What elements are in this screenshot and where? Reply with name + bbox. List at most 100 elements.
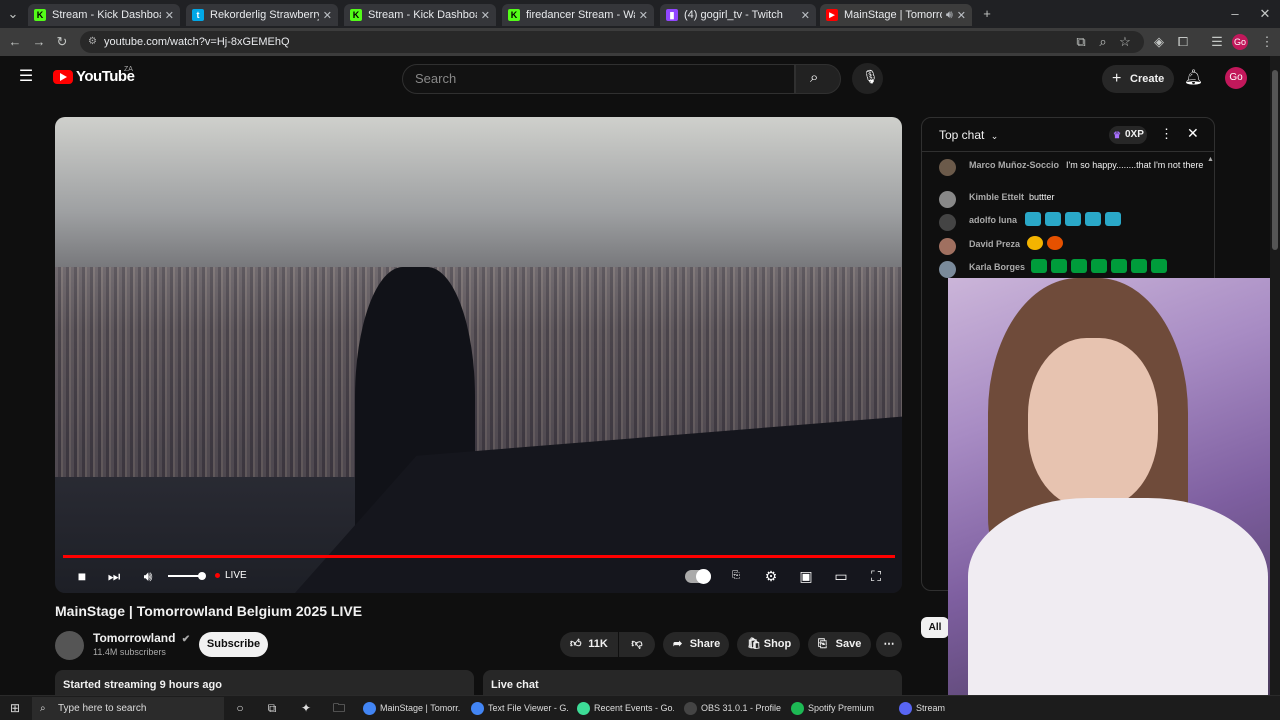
share-button[interactable]: ➦ Share bbox=[663, 632, 729, 657]
search-button[interactable]: ⌕ bbox=[795, 64, 841, 94]
extensions-puzzle-icon[interactable]: ⧠ bbox=[1174, 33, 1192, 51]
subscribe-button[interactable]: Subscribe bbox=[199, 632, 268, 657]
theater-mode-icon[interactable]: ▭ bbox=[831, 566, 851, 586]
chat-author[interactable]: Kimble Ettelt bbox=[969, 191, 1024, 203]
close-icon[interactable]: ✕ bbox=[801, 9, 810, 22]
windows-start-icon[interactable]: ⊞ bbox=[2, 697, 28, 720]
captions-icon[interactable]: ⎘ bbox=[726, 566, 746, 586]
notifications-bell-icon[interactable]: 🔔︎ bbox=[1184, 69, 1203, 87]
menu-kebab-icon[interactable]: ⋮ bbox=[1258, 33, 1276, 51]
chat-scroll-up-icon[interactable]: ▲ bbox=[1207, 156, 1214, 163]
bookmark-star-icon[interactable]: ☆ bbox=[1116, 33, 1134, 51]
chat-author[interactable]: Marco Muñoz-Soccio bbox=[969, 159, 1059, 171]
avatar[interactable] bbox=[939, 261, 956, 278]
taskbar-search-input[interactable]: ⌕ Type here to search bbox=[32, 697, 224, 720]
avatar[interactable] bbox=[939, 238, 956, 255]
taskbar-app-chrome-youtube[interactable]: MainStage | Tomorr... bbox=[360, 697, 460, 720]
browser-tab-2[interactable]: K Stream - Kick Dashboard ✕ bbox=[344, 4, 496, 26]
close-icon[interactable]: ✕ bbox=[323, 9, 332, 22]
hamburger-menu-icon[interactable]: ☰ bbox=[17, 68, 35, 86]
chat-text: buttter bbox=[1029, 192, 1055, 202]
more-actions-button[interactable]: ⋯ bbox=[876, 632, 902, 657]
close-icon[interactable]: ✕ bbox=[165, 9, 174, 22]
browser-tab-0[interactable]: K Stream - Kick Dashboard ✕ bbox=[28, 4, 180, 26]
taskbar-app-spotify[interactable]: Spotify Premium bbox=[788, 697, 888, 720]
reading-list-icon[interactable]: ☰ bbox=[1208, 33, 1226, 51]
xp-value: 0XP bbox=[1125, 129, 1144, 140]
window-close-icon[interactable]: ✕ bbox=[1256, 5, 1274, 23]
browser-toolbar: ← → ↻ ⚙ youtube.com/watch?v=Hj-8xGEMEhQ … bbox=[0, 28, 1280, 56]
video-progress-bar[interactable] bbox=[63, 555, 895, 558]
avatar[interactable] bbox=[939, 191, 956, 208]
video-player[interactable]: ■ ⏭︎ 🔊︎ LIVE ⎘ ⚙ ▣ ▭ ⛶ bbox=[55, 117, 902, 593]
zoom-icon[interactable]: ⌕ bbox=[1094, 33, 1112, 51]
browser-tab-3[interactable]: K firedancer Stream - Watch Live ✕ bbox=[502, 4, 654, 26]
chat-message: adolfo luna bbox=[939, 212, 1209, 231]
tab-search-icon[interactable]: ⌄ bbox=[4, 5, 22, 23]
search-input[interactable]: Search bbox=[402, 64, 795, 94]
settings-gear-icon[interactable]: ⚙ bbox=[761, 566, 781, 586]
channel-avatar[interactable] bbox=[55, 631, 84, 660]
save-button[interactable]: ⎘ Save bbox=[808, 632, 871, 657]
profile-avatar[interactable]: Go bbox=[1232, 34, 1248, 50]
reload-icon[interactable]: ↻ bbox=[53, 33, 71, 51]
back-icon[interactable]: ← bbox=[6, 33, 24, 51]
youtube-logo-icon[interactable] bbox=[53, 70, 73, 84]
browser-tab-5[interactable]: ▶ MainStage | Tomorrowland 🔊︎ ✕ bbox=[820, 4, 972, 26]
volume-slider-handle[interactable] bbox=[198, 572, 206, 580]
minimize-icon[interactable]: – bbox=[1226, 5, 1244, 23]
file-explorer-icon[interactable]: 🗀︎ bbox=[326, 697, 352, 720]
chat-filter-all-chip[interactable]: All bbox=[921, 617, 949, 638]
cast-icon[interactable]: ⧉ bbox=[1072, 33, 1090, 51]
autoplay-toggle[interactable] bbox=[685, 569, 711, 584]
chat-author[interactable]: David Preza bbox=[969, 238, 1020, 250]
close-icon[interactable]: ✕ bbox=[481, 9, 490, 22]
youtube-header: ☰ YouTube ZA Search ⌕ 🎙︎ + Create 🔔︎ Go bbox=[0, 56, 1270, 100]
site-info-icon[interactable]: ⚙ bbox=[88, 31, 97, 53]
taskbar-app-obs[interactable]: OBS 31.0.1 - Profile:... bbox=[681, 697, 781, 720]
avatar[interactable] bbox=[939, 159, 956, 176]
chat-author[interactable]: Karla Borges bbox=[969, 261, 1025, 273]
fullscreen-icon[interactable]: ⛶ bbox=[866, 566, 886, 586]
browser-tab-1[interactable]: t Rekorderlig Strawberry-Lime - ✕ bbox=[186, 4, 338, 26]
miniplayer-icon[interactable]: ▣ bbox=[796, 566, 816, 586]
cortana-icon[interactable]: ○ bbox=[227, 697, 253, 720]
create-button[interactable]: + Create bbox=[1102, 65, 1174, 93]
voice-search-button[interactable]: 🎙︎ bbox=[852, 63, 883, 94]
copilot-icon[interactable]: ✦ bbox=[293, 697, 319, 720]
create-label: Create bbox=[1130, 73, 1165, 85]
chat-message: Karla Borges bbox=[939, 259, 1209, 278]
shop-button[interactable]: 🛍︎ Shop bbox=[737, 632, 800, 657]
live-badge[interactable]: LIVE bbox=[215, 566, 247, 586]
speaker-icon[interactable]: 🔊︎ bbox=[946, 9, 953, 22]
volume-slider[interactable] bbox=[168, 572, 206, 580]
channel-name[interactable]: Tomorrowland ✔ bbox=[93, 631, 190, 645]
chat-message: David Preza bbox=[939, 236, 1209, 255]
next-icon[interactable]: ⏭︎ bbox=[105, 566, 123, 586]
forward-icon[interactable]: → bbox=[30, 33, 48, 51]
close-icon[interactable]: ✕ bbox=[957, 9, 966, 22]
new-tab-icon[interactable]: + bbox=[978, 5, 996, 23]
address-bar[interactable]: ⚙ youtube.com/watch?v=Hj-8xGEMEhQ bbox=[80, 31, 1144, 53]
chat-author[interactable]: adolfo luna bbox=[969, 214, 1017, 226]
volume-icon[interactable]: 🔊︎ bbox=[139, 566, 157, 586]
chat-mode-dropdown[interactable]: Top chat ⌄ bbox=[939, 128, 998, 142]
chat-menu-kebab-icon[interactable]: ⋮ bbox=[1160, 126, 1173, 142]
task-view-icon[interactable]: ⧉ bbox=[259, 697, 285, 720]
account-avatar[interactable]: Go bbox=[1225, 67, 1247, 89]
stop-icon[interactable]: ■ bbox=[73, 566, 91, 586]
chat-mode-label: Top chat bbox=[939, 128, 985, 142]
close-icon[interactable]: ✕ bbox=[639, 9, 648, 22]
taskbar-app-text-file-viewer[interactable]: Text File Viewer - G... bbox=[468, 697, 568, 720]
extension-icon[interactable]: ◈ bbox=[1150, 33, 1168, 51]
browser-tab-4[interactable]: ▮ (4) gogirl_tv - Twitch ✕ bbox=[660, 4, 816, 26]
avatar[interactable] bbox=[939, 214, 956, 231]
close-chat-icon[interactable]: ✕ bbox=[1187, 125, 1199, 142]
xp-badge[interactable]: ♛ 0XP bbox=[1109, 126, 1147, 144]
dislike-button[interactable]: 👎︎ bbox=[619, 632, 655, 657]
like-button[interactable]: 👍︎ 11K bbox=[560, 632, 618, 657]
scrollbar-thumb[interactable] bbox=[1272, 70, 1278, 250]
taskbar-app-recent-events[interactable]: Recent Events - Go... bbox=[574, 697, 674, 720]
taskbar-app-stream-deck[interactable]: Stream D bbox=[896, 697, 948, 720]
page-scrollbar[interactable] bbox=[1270, 56, 1280, 696]
